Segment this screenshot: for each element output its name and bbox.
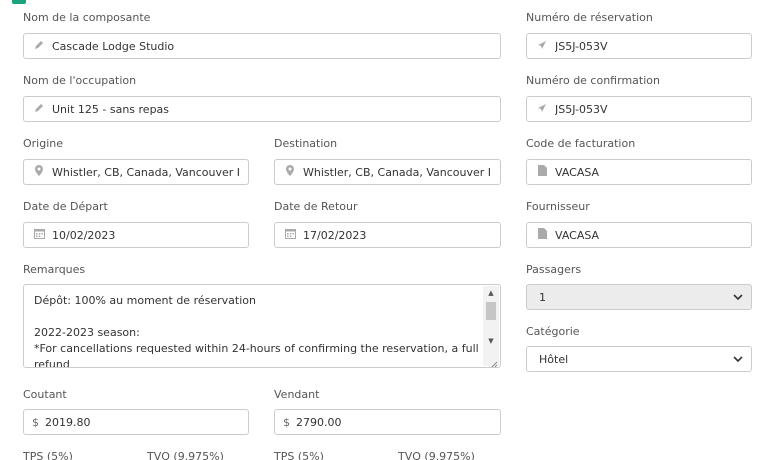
composante-label: Nom de la composante xyxy=(23,11,151,24)
top-badge xyxy=(12,0,26,4)
vendant-input[interactable]: $ 2790.00 xyxy=(274,409,501,435)
chevron-down-icon xyxy=(733,354,743,365)
fournisseur-label: Fournisseur xyxy=(526,200,590,213)
coutant-label: Coutant xyxy=(23,388,67,401)
confirmation-value: JS5J-053V xyxy=(555,102,608,116)
confirmation-label: Numéro de confirmation xyxy=(526,74,660,87)
file-icon xyxy=(535,165,549,179)
remarques-line: Dépôt: 100% au moment de réservation xyxy=(34,294,256,307)
facturation-label: Code de facturation xyxy=(526,137,636,150)
pencil-icon xyxy=(32,40,46,53)
confirmation-input[interactable]: JS5J-053V xyxy=(526,96,752,122)
remarques-line: 2022-2023 season: xyxy=(34,326,140,339)
composante-value: Cascade Lodge Studio xyxy=(52,39,175,53)
destination-label: Destination xyxy=(274,137,338,150)
remarques-line: refund xyxy=(34,358,70,368)
composante-input[interactable]: Cascade Lodge Studio xyxy=(23,33,501,59)
vendant-label: Vendant xyxy=(274,388,320,401)
reservation-input[interactable]: JS5J-053V xyxy=(526,33,752,59)
origine-input[interactable]: Whistler, CB, Canada, Vancouver Inte xyxy=(23,159,249,185)
occupation-value: Unit 125 - sans repas xyxy=(52,102,170,116)
pencil-icon xyxy=(32,103,46,116)
resize-handle-icon[interactable] xyxy=(488,355,498,367)
remarques-line: *For cancellations requested within 24-h… xyxy=(34,342,479,355)
remarques-textarea[interactable]: Dépôt: 100% au moment de réservation 202… xyxy=(23,284,501,368)
file-icon xyxy=(535,228,549,242)
calendar-icon xyxy=(32,228,46,242)
passagers-value: 1 xyxy=(539,290,546,304)
depart-value: 10/02/2023 xyxy=(52,228,116,242)
fournisseur-input[interactable]: VACASA xyxy=(526,222,752,248)
tvq-label: TVQ (9.975%) xyxy=(398,450,475,460)
origine-value: Whistler, CB, Canada, Vancouver Inte xyxy=(52,165,240,179)
dollar-icon: $ xyxy=(283,415,290,429)
scroll-down-arrow-icon[interactable]: ▼ xyxy=(483,334,499,348)
facturation-input[interactable]: VACASA xyxy=(526,159,752,185)
tps-label: TPS (5%) xyxy=(274,450,324,460)
retour-label: Date de Retour xyxy=(274,200,358,213)
send-icon xyxy=(535,40,549,53)
dollar-icon: $ xyxy=(32,415,39,429)
categorie-label: Catégorie xyxy=(526,325,580,338)
depart-input[interactable]: 10/02/2023 xyxy=(23,222,249,248)
occupation-label: Nom de l'occupation xyxy=(23,74,137,87)
origine-label: Origine xyxy=(23,137,64,150)
retour-value: 17/02/2023 xyxy=(303,228,367,242)
map-pin-icon xyxy=(32,165,46,179)
passagers-select[interactable]: 1 xyxy=(526,284,752,310)
reservation-label: Numéro de réservation xyxy=(526,11,653,24)
occupation-input[interactable]: Unit 125 - sans repas xyxy=(23,96,501,122)
remarques-content: Dépôt: 100% au moment de réservation 202… xyxy=(34,293,479,368)
coutant-input[interactable]: $ 2019.80 xyxy=(23,409,249,435)
scroll-thumb[interactable] xyxy=(486,302,496,320)
chevron-down-icon xyxy=(733,292,743,303)
depart-label: Date de Départ xyxy=(23,200,108,213)
categorie-select[interactable]: Hôtel xyxy=(526,346,752,372)
calendar-icon xyxy=(283,228,297,242)
categorie-value: Hôtel xyxy=(539,352,569,366)
scroll-up-arrow-icon[interactable]: ▲ xyxy=(483,286,499,300)
send-icon xyxy=(535,103,549,116)
passagers-label: Passagers xyxy=(526,263,582,276)
facturation-value: VACASA xyxy=(555,165,600,179)
remarques-scrollbar[interactable]: ▲ ▼ xyxy=(483,286,499,366)
tvq-label: TVQ (9.975%) xyxy=(147,450,224,460)
tps-label: TPS (5%) xyxy=(23,450,73,460)
remarques-label: Remarques xyxy=(23,263,86,276)
reservation-value: JS5J-053V xyxy=(555,39,608,53)
destination-value: Whistler, CB, Canada, Vancouver Inte xyxy=(303,165,492,179)
map-pin-icon xyxy=(283,165,297,179)
vendant-value: 2790.00 xyxy=(296,415,342,429)
retour-input[interactable]: 17/02/2023 xyxy=(274,222,501,248)
fournisseur-value: VACASA xyxy=(555,228,600,242)
destination-input[interactable]: Whistler, CB, Canada, Vancouver Inte xyxy=(274,159,501,185)
coutant-value: 2019.80 xyxy=(45,415,91,429)
